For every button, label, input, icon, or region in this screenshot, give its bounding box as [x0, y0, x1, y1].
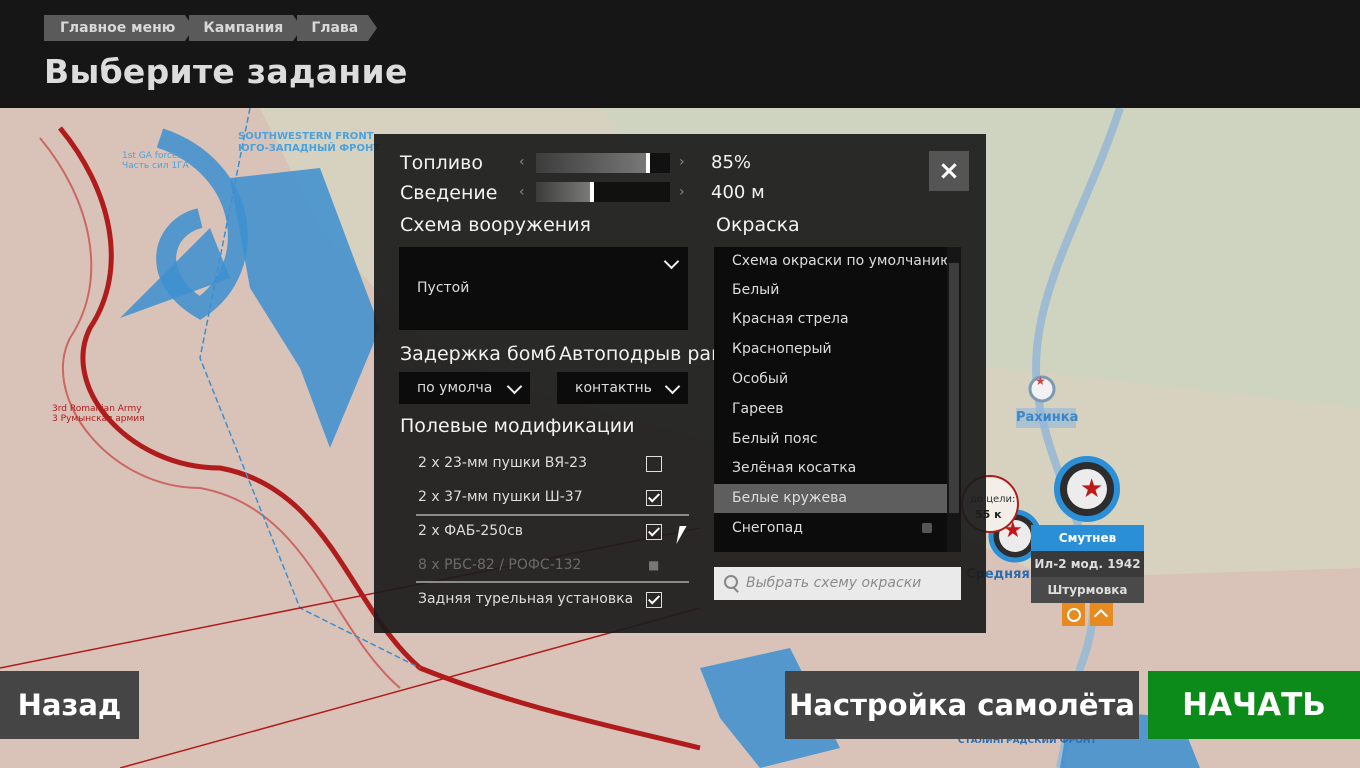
convergence-slider-thumb[interactable] — [589, 182, 594, 202]
mod-checkbox-fab250[interactable] — [646, 524, 662, 540]
bomb-delay-label: Задержка бомб — [400, 343, 557, 365]
start-button[interactable]: НАЧАТЬ — [1148, 671, 1360, 739]
unit-pilot: Смутнев — [1031, 525, 1144, 551]
chevron-down-icon — [663, 253, 680, 270]
unit-mission: Штурмовка — [1031, 577, 1144, 603]
convergence-decrease-arrow-icon[interactable]: ‹ — [519, 184, 525, 200]
fuel-decrease-arrow-icon[interactable]: ‹ — [519, 154, 525, 170]
skin-item[interactable]: Особый — [714, 365, 947, 394]
skin-label: Окраска — [716, 214, 800, 236]
map-label-rakhinka: Рахинка — [1016, 410, 1079, 425]
alarm-icon[interactable] — [1062, 603, 1085, 626]
airfield-star-icon[interactable]: ★ — [1080, 474, 1103, 504]
convergence-increase-arrow-icon[interactable]: › — [679, 184, 685, 200]
top-bar: Главное меню Кампания Глава Выберите зад… — [0, 0, 1360, 108]
fuel-value: 85% — [711, 152, 752, 173]
convergence-value: 400 м — [711, 182, 765, 203]
skin-list-scrollbar-thumb[interactable] — [949, 263, 959, 513]
convergence-label: Сведение — [400, 182, 498, 204]
weapons-dropdown[interactable]: Пустой — [399, 247, 688, 330]
chevron-down-icon — [664, 378, 681, 395]
map-label-ga-forces-ru: Часть сил 1ГА — [122, 161, 189, 171]
convergence-slider-fill — [536, 182, 590, 202]
page-title: Выберите задание — [44, 52, 408, 91]
search-icon — [724, 575, 738, 589]
fuel-slider-fill — [536, 153, 650, 173]
field-mods-label: Полевые модификации — [400, 415, 635, 437]
lock-icon: ■ — [648, 558, 660, 572]
mod-separator — [416, 581, 689, 583]
rank-chevron-icon[interactable] — [1090, 603, 1113, 626]
bomb-delay-dropdown[interactable]: по умолчанию — [399, 372, 530, 404]
mod-label: Задняя турельная установка — [418, 591, 634, 607]
map-label-romanian-en: 3rd Romanian Army — [52, 404, 142, 414]
close-icon: × — [938, 156, 960, 186]
airfield-star-icon-2[interactable]: ★ — [1003, 518, 1023, 543]
locked-airfield-icon[interactable]: ★ — [1035, 374, 1046, 388]
bomb-delay-value: по умолчанию — [417, 380, 493, 396]
skin-item[interactable]: Снегопад — [714, 514, 947, 543]
fuel-label: Топливо — [400, 152, 483, 174]
skin-item[interactable]: Красная стрела — [714, 305, 947, 334]
map-label-sw-front-en: SOUTHWESTERN FRONT — [238, 131, 374, 142]
breadcrumb-main-menu[interactable]: Главное меню — [44, 15, 195, 41]
plane-setup-button[interactable]: Настройка самолёта — [785, 671, 1139, 739]
map-label-ga-forces-en: 1st GA forces — [122, 151, 183, 161]
rocket-fuse-value: контактный — [575, 380, 651, 396]
mod-checkbox-turret[interactable] — [646, 592, 662, 608]
breadcrumb-campaign[interactable]: Кампания — [189, 15, 303, 41]
close-button[interactable]: × — [929, 151, 969, 191]
skin-item-selected[interactable]: Белые кружева — [714, 484, 947, 513]
skin-list[interactable]: Схема окраски по умолчанию Белый Красная… — [714, 247, 961, 552]
fuel-slider-thumb[interactable] — [645, 153, 650, 173]
skin-item[interactable]: Схема окраски по умолчанию — [714, 247, 952, 276]
mod-label: 8 х РБС-82 / РОФС-132 — [418, 557, 582, 573]
mod-checkbox-sh37[interactable] — [646, 490, 662, 506]
convergence-slider[interactable] — [536, 182, 670, 202]
unit-card[interactable]: Смутнев Ил-2 мод. 1942 Штурмовка — [1031, 525, 1144, 603]
skin-item[interactable]: Гареев — [714, 395, 947, 424]
fuel-slider[interactable] — [536, 153, 670, 173]
skin-search-input[interactable]: Выбрать схему окраски — [714, 567, 961, 600]
mod-label: 2 х 23-мм пушки ВЯ-23 — [418, 455, 587, 471]
skin-item[interactable]: Белый пояс — [714, 425, 947, 454]
rocket-fuse-dropdown[interactable]: контактный — [557, 372, 688, 404]
back-button[interactable]: Назад — [0, 671, 139, 739]
mod-checkbox-va23[interactable] — [646, 456, 662, 472]
breadcrumb-chapter[interactable]: Глава — [297, 15, 378, 41]
weapons-label: Схема вооружения — [400, 214, 591, 236]
mod-label: 2 х 37-мм пушки Ш-37 — [418, 489, 583, 505]
unit-aircraft: Ил-2 мод. 1942 — [1031, 551, 1144, 577]
map-label-romanian-ru: 3 Румынская армия — [52, 414, 145, 424]
mod-label: 2 х ФАБ-250св — [418, 523, 524, 539]
skin-search-placeholder: Выбрать схему окраски — [746, 575, 922, 591]
mod-separator — [416, 514, 689, 516]
weapons-value: Пустой — [417, 280, 470, 296]
fuel-increase-arrow-icon[interactable]: › — [679, 154, 685, 170]
breadcrumb: Главное меню Кампания Глава — [44, 15, 378, 41]
skin-item[interactable]: Красноперый — [714, 335, 947, 364]
chevron-down-icon — [506, 378, 523, 395]
skin-item[interactable]: Белый — [714, 276, 947, 305]
lock-icon — [922, 523, 932, 533]
skin-item[interactable]: Зелёная косатка — [714, 454, 947, 483]
map-label-sw-front-ru: ЮГО-ЗАПАДНЫЙ ФРОНТ — [238, 143, 381, 154]
